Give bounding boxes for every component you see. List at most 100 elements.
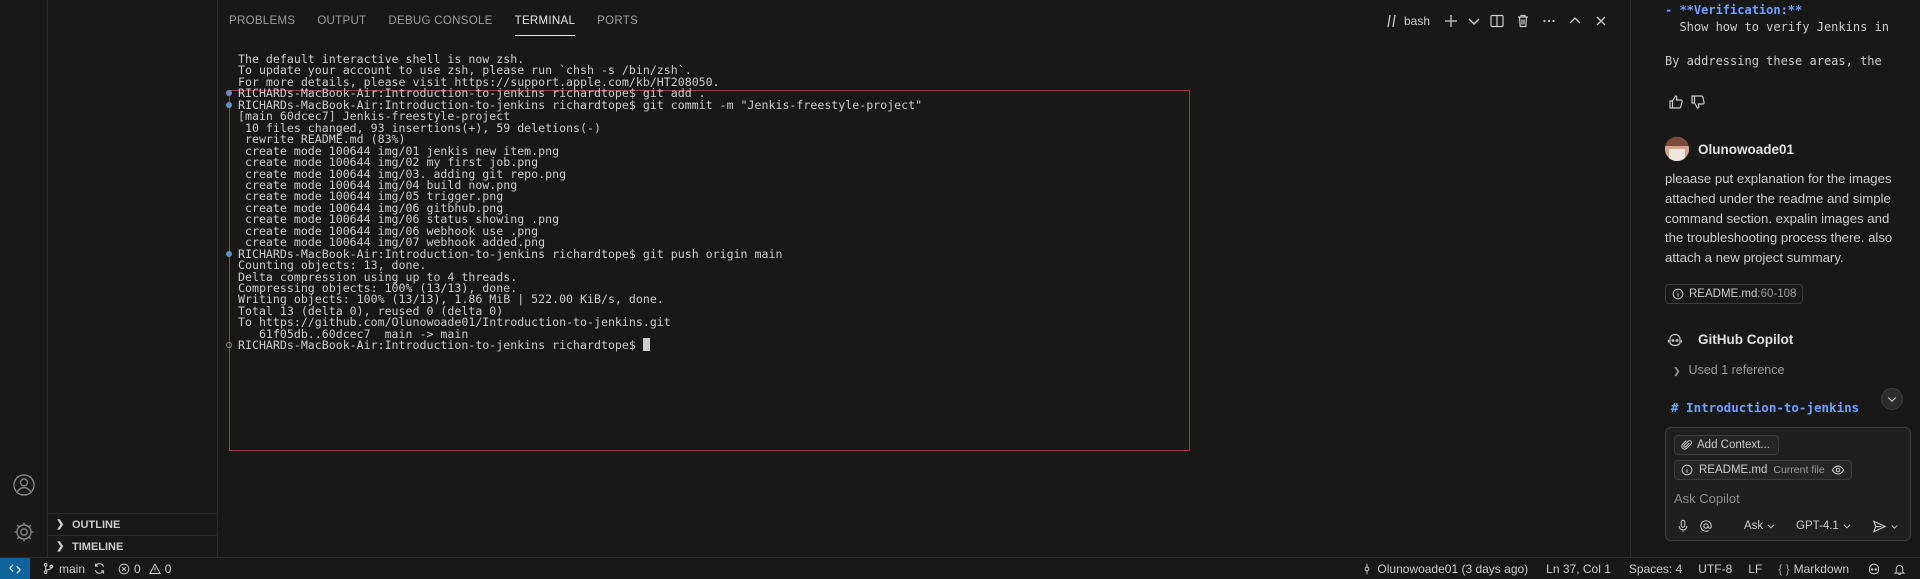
- error-icon: [118, 563, 130, 574]
- remote-indicator[interactable]: [0, 557, 30, 579]
- mode-selector[interactable]: Ask: [1744, 517, 1776, 535]
- tab-output[interactable]: OUTPUT: [306, 8, 377, 34]
- status-bar: main 0 0 Olunowoade01 (3 days ago) Ln 37…: [0, 557, 1920, 579]
- chat-snippet-line: - **Verification:**: [1665, 3, 1803, 17]
- send-button[interactable]: [1872, 517, 1899, 535]
- mode-label: Ask: [1744, 520, 1764, 532]
- chevron-right-icon: ❯: [56, 541, 65, 552]
- eye-icon[interactable]: [1831, 463, 1845, 477]
- copilot-status-icon[interactable]: [1861, 558, 1887, 579]
- model-selector[interactable]: GPT-4.1: [1796, 517, 1852, 535]
- file-reference-chip[interactable]: README.md:60-108: [1665, 284, 1804, 304]
- encoding-indicator[interactable]: UTF-8: [1692, 558, 1738, 579]
- panel-tabs: PROBLEMS OUTPUT DEBUG CONSOLE TERMINAL PORTS: [218, 8, 649, 36]
- chevron-down-icon: [1891, 524, 1898, 529]
- sidebar-section-timeline[interactable]: ❯ TIMELINE: [48, 535, 218, 557]
- add-context-button[interactable]: Add Context...: [1674, 435, 1779, 455]
- sidebar-section-label: OUTLINE: [72, 518, 121, 531]
- trash-icon[interactable]: [1512, 10, 1534, 32]
- branch-name: main: [59, 561, 86, 576]
- reference-range: :60-108: [1757, 288, 1797, 300]
- info-icon: [1672, 288, 1684, 300]
- scroll-down-button[interactable]: [1881, 388, 1903, 410]
- sidebar-section-outline[interactable]: ❯ OUTLINE: [48, 513, 218, 535]
- current-file-name: README.md: [1699, 464, 1768, 476]
- terminal-output[interactable]: The default interactive shell is now zsh…: [218, 50, 1630, 470]
- eol-text: LF: [1748, 562, 1763, 576]
- chat-user-message: pleaase put explanation for the images a…: [1665, 171, 1893, 266]
- branch-indicator[interactable]: main: [36, 558, 112, 579]
- more-actions-icon[interactable]: [1538, 10, 1560, 32]
- activity-bar: [0, 0, 48, 557]
- notifications-bell-icon[interactable]: [1887, 558, 1912, 579]
- thumbs-up-icon[interactable]: [1667, 93, 1685, 111]
- chevron-down-icon: [1887, 397, 1897, 403]
- chat-user-name: Olunowoade01: [1698, 142, 1795, 157]
- chevron-down-icon: [1767, 524, 1775, 529]
- git-blame-indicator[interactable]: Olunowoade01 (3 days ago): [1355, 558, 1534, 579]
- terminal-icon: [1387, 14, 1396, 28]
- send-icon: [1872, 519, 1887, 533]
- language-mode[interactable]: { } Markdown: [1772, 558, 1855, 579]
- gear-icon[interactable]: [12, 520, 36, 544]
- status-bar-right: Olunowoade01 (3 days ago) Ln 37, Col 1 S…: [1355, 558, 1912, 579]
- warning-icon: [148, 562, 161, 574]
- git-branch-icon: [43, 563, 54, 574]
- command-marker[interactable]: [226, 250, 232, 257]
- paperclip-icon: [1681, 440, 1692, 450]
- cursor-position[interactable]: Ln 37, Col 1: [1540, 558, 1617, 579]
- chat-snippet-line: By addressing these areas, the: [1665, 54, 1882, 68]
- avatar: [1665, 137, 1689, 161]
- model-label: GPT-4.1: [1796, 520, 1839, 532]
- git-commit-icon: [1365, 563, 1370, 575]
- terminal-line: RICHARDs-MacBook-Air:Introduction-to-jen…: [238, 338, 650, 352]
- terminal-line-text: RICHARDs-MacBook-Air:Introduction-to-jen…: [238, 338, 643, 353]
- tab-terminal[interactable]: TERMINAL: [504, 8, 587, 36]
- terminal-name: bash: [1403, 14, 1430, 28]
- used-references-toggle[interactable]: ❯ Used 1 reference: [1673, 363, 1784, 379]
- tab-problems[interactable]: PROBLEMS: [218, 8, 306, 34]
- chevron-down-icon: [1843, 524, 1851, 529]
- used-references-label: Used 1 reference: [1688, 363, 1785, 377]
- chevron-right-icon: ❯: [56, 519, 65, 530]
- thumbs-down-icon[interactable]: [1689, 93, 1707, 111]
- copilot-chat-panel: - **Verification:** Show how to verify J…: [1630, 0, 1920, 557]
- error-count: 0: [134, 561, 141, 576]
- assistant-name: GitHub Copilot: [1698, 332, 1794, 347]
- cursor-position-text: Ln 37, Col 1: [1546, 562, 1611, 576]
- copilot-icon: [1667, 333, 1683, 347]
- microphone-icon[interactable]: [1676, 517, 1690, 535]
- indentation-indicator[interactable]: Spaces: 4: [1623, 558, 1688, 579]
- ask-copilot-input[interactable]: [1674, 488, 1902, 508]
- terminal-selector[interactable]: bash: [1384, 10, 1436, 32]
- response-heading: # Introduction-to-jenkins: [1671, 400, 1860, 415]
- encoding-text: UTF-8: [1698, 562, 1733, 576]
- current-file-chip[interactable]: README.md Current file: [1674, 460, 1852, 480]
- maximize-panel-icon[interactable]: [1564, 10, 1586, 32]
- tab-debug-console[interactable]: DEBUG CONSOLE: [377, 8, 503, 34]
- add-context-label: Add Context...: [1697, 439, 1770, 451]
- git-blame-text: Olunowoade01 (3 days ago): [1377, 562, 1529, 576]
- chevron-right-icon: ❯: [1673, 366, 1681, 376]
- terminal-cursor: [642, 338, 650, 352]
- command-marker[interactable]: [226, 101, 232, 108]
- close-icon[interactable]: [1590, 10, 1612, 32]
- eol-indicator[interactable]: LF: [1742, 558, 1768, 579]
- command-marker[interactable]: [226, 342, 232, 349]
- sidebar: ❯ OUTLINE ❯ TIMELINE: [48, 0, 218, 557]
- indentation-text: Spaces: 4: [1628, 562, 1683, 576]
- info-icon: [1681, 464, 1693, 476]
- mention-icon[interactable]: [1699, 517, 1713, 535]
- chat-snippet-line: Show how to verify Jenkins in: [1665, 20, 1889, 34]
- tab-ports[interactable]: PORTS: [586, 8, 649, 34]
- panel-actions: bash: [1384, 10, 1612, 32]
- terminal-panel: PROBLEMS OUTPUT DEBUG CONSOLE TERMINAL PORTS…: [218, 0, 1637, 557]
- problems-indicator[interactable]: 0 0: [112, 558, 177, 579]
- split-terminal-button[interactable]: [1486, 10, 1508, 32]
- command-marker[interactable]: [226, 90, 232, 97]
- new-terminal-button[interactable]: [1440, 10, 1462, 32]
- chevron-down-icon[interactable]: [1466, 10, 1482, 32]
- sync-icon: [94, 563, 105, 574]
- account-icon[interactable]: [12, 473, 36, 497]
- remote-icon: [9, 563, 21, 574]
